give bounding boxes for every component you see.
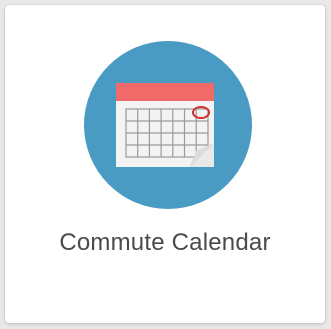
calendar-header [116, 83, 214, 101]
tile-title: Commute Calendar [59, 229, 271, 256]
calendar-icon [84, 41, 252, 209]
commute-calendar-tile[interactable]: Commute Calendar [5, 5, 325, 323]
